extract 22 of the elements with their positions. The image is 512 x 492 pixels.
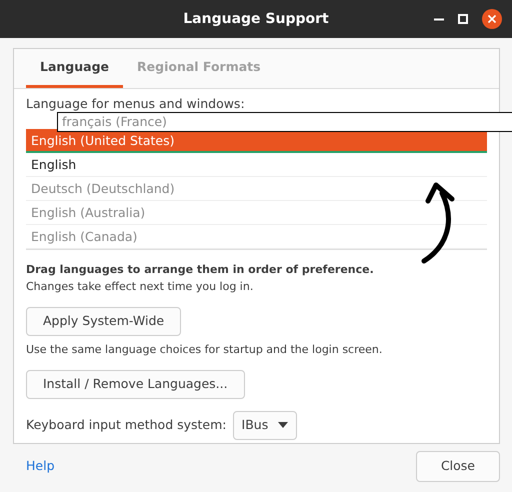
tab[interactable]: Regional Formats — [123, 49, 275, 88]
minimize-icon[interactable] — [434, 18, 444, 20]
language-item[interactable]: English (Australia) — [26, 201, 487, 225]
help-link[interactable]: Help — [26, 457, 54, 476]
language-item[interactable]: Deutsch (Deutschland) — [26, 177, 487, 201]
drag-item-tooltip[interactable]: français (France) — [57, 112, 512, 132]
install-languages-button[interactable]: Install / Remove Languages... — [26, 370, 245, 399]
tab[interactable]: Language — [26, 49, 124, 88]
input-method-label: Keyboard input method system: — [26, 416, 227, 434]
apply-hint-text: Use the same language choices for startup and the login screen. — [26, 342, 382, 358]
window-title: Language Support — [183, 10, 329, 28]
hint-text: Drag languages to arrange them in order of preference. — [26, 262, 374, 278]
close-button[interactable]: Close — [416, 451, 500, 482]
language-item[interactable]: English — [26, 153, 487, 177]
input-method-dropdown[interactable]: IBus — [232, 411, 298, 440]
list-label: Language for menus and windows: — [26, 96, 245, 111]
language-item[interactable]: English (Canada) — [26, 225, 487, 249]
maximize-icon[interactable] — [458, 14, 468, 24]
close-icon[interactable] — [482, 9, 502, 29]
hint-text: Changes take effect next time you log in. — [26, 278, 254, 294]
caret-icon — [278, 422, 288, 428]
apply-system-wide-button[interactable]: Apply System-Wide — [26, 307, 182, 336]
